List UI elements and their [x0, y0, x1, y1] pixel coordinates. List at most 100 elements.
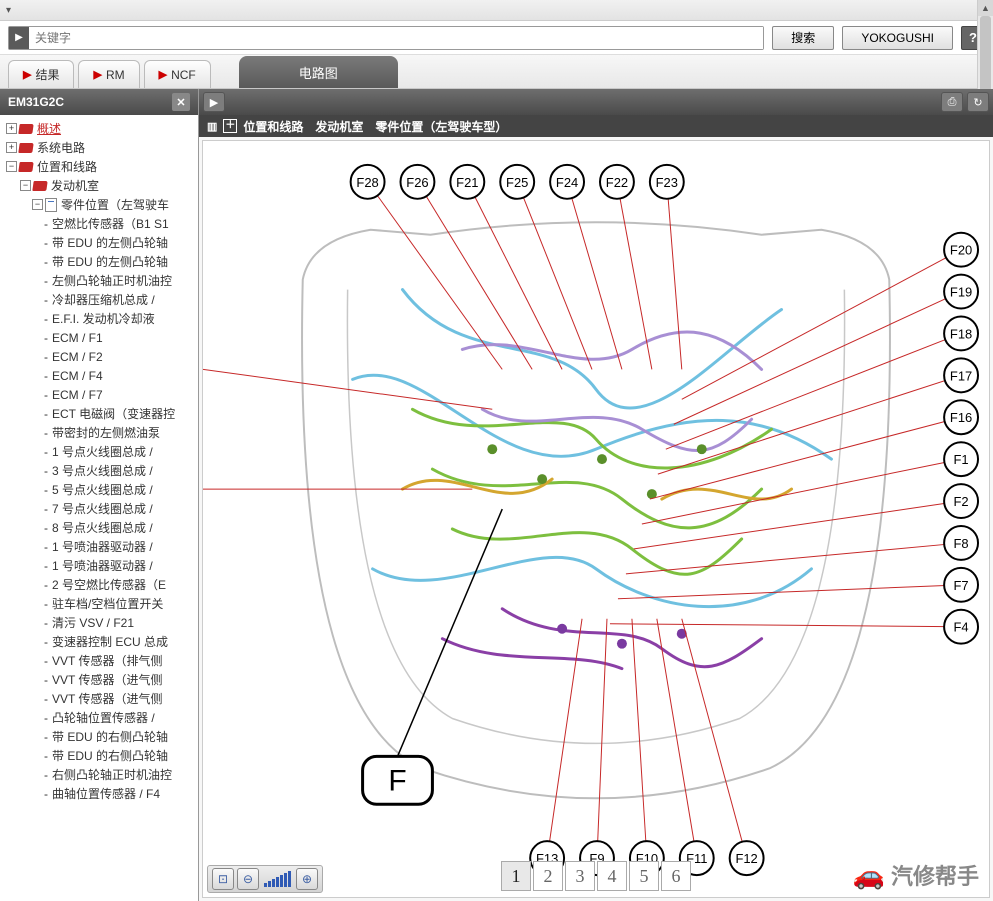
dash-icon: - — [44, 426, 48, 440]
tree-label: 零件位置（左驾驶车 — [61, 196, 169, 213]
svg-text:F: F — [388, 764, 406, 797]
list-icon[interactable]: ▥ — [207, 120, 217, 133]
tree-leaf[interactable]: -带 EDU 的右侧凸轮轴 — [0, 746, 198, 765]
tree-location-wiring[interactable]: −位置和线路 — [0, 157, 198, 176]
tree-leaf[interactable]: -7 号点火线圈总成 / — [0, 499, 198, 518]
tab-circuit-diagram[interactable]: 电路图 — [239, 56, 398, 88]
book-icon — [18, 162, 33, 172]
tree-leaf[interactable]: -3 号点火线圈总成 / — [0, 461, 198, 480]
refresh-button[interactable]: ↻ — [967, 92, 989, 112]
search-button[interactable]: 搜索 — [772, 26, 834, 50]
tree-leaf[interactable]: -带 EDU 的左侧凸轮轴 — [0, 233, 198, 252]
svg-text:F2: F2 — [954, 494, 969, 509]
tree-leaf[interactable]: -ECM / F4 — [0, 366, 198, 385]
zoom-out-button[interactable]: ⊖ — [237, 868, 259, 890]
tree-leaf[interactable]: -凸轮轴位置传感器 / — [0, 708, 198, 727]
tree-leaf[interactable]: -5 号点火线圈总成 / — [0, 480, 198, 499]
tree-leaf[interactable]: -右侧凸轮轴正时机油控 — [0, 765, 198, 784]
tree-leaf-label: 左侧凸轮轴正时机油控 — [52, 272, 172, 289]
svg-text:F7: F7 — [954, 578, 969, 593]
zoom-in-button[interactable]: ⊕ — [296, 868, 318, 890]
tab-rm[interactable]: ▶RM — [78, 60, 139, 88]
tree-leaf-label: ECM / F4 — [52, 369, 103, 383]
tree-leaf-label: VVT 传感器（进气侧 — [52, 671, 162, 688]
tree-leaf[interactable]: -8 号点火线圈总成 / — [0, 518, 198, 537]
search-field-wrap: ▶ — [8, 26, 764, 50]
dash-icon: - — [44, 502, 48, 516]
tree-leaf[interactable]: -驻车档/空档位置开关 — [0, 594, 198, 613]
tree-leaf[interactable]: -空燃比传感器（B1 S1 — [0, 214, 198, 233]
tab-ncf[interactable]: ▶NCF — [144, 60, 211, 88]
collapse-icon[interactable]: − — [20, 180, 31, 191]
page-1[interactable]: 1 — [501, 861, 531, 891]
chevron-right-icon: ▶ — [159, 68, 167, 81]
page-4[interactable]: 4 — [597, 861, 627, 891]
watermark: 🚗 汽修帮手 — [853, 859, 979, 891]
page-6[interactable]: 6 — [661, 861, 691, 891]
tree-leaf[interactable]: -ECT 电磁阀（变速器控 — [0, 404, 198, 423]
callout-F4: F4 — [610, 610, 978, 644]
tree-leaf[interactable]: -VVT 传感器（进气侧 — [0, 689, 198, 708]
tree-leaf[interactable]: -2 号空燃比传感器（E — [0, 575, 198, 594]
expand-all-icon[interactable]: ＋ — [223, 119, 237, 133]
tree-leaf[interactable]: -VVT 传感器（进气侧 — [0, 670, 198, 689]
zoom-fit-button[interactable]: ⊡ — [212, 868, 234, 890]
svg-text:F12: F12 — [735, 851, 757, 866]
zoom-level-indicator[interactable] — [262, 871, 293, 887]
tree-leaf[interactable]: -冷却器压缩机总成 / — [0, 290, 198, 309]
tree-leaf[interactable]: -1 号点火线圈总成 / — [0, 442, 198, 461]
tree-leaf-label: VVT 传感器（进气侧 — [52, 690, 162, 707]
play-button[interactable]: ▶ — [203, 92, 225, 112]
tree-leaf[interactable]: -清污 VSV / F21 — [0, 613, 198, 632]
collapse-icon[interactable]: − — [32, 199, 43, 210]
page-2[interactable]: 2 — [533, 861, 563, 891]
expand-icon[interactable]: + — [6, 123, 17, 134]
page-5[interactable]: 5 — [629, 861, 659, 891]
tree-leaf[interactable]: -曲轴位置传感器 / F4 — [0, 784, 198, 803]
scroll-up-icon[interactable]: ▲ — [978, 0, 993, 16]
close-icon[interactable]: ✕ — [172, 93, 190, 111]
tree-leaf[interactable]: -左侧凸轮轴正时机油控 — [0, 271, 198, 290]
tree-leaf[interactable]: -1 号喷油器驱动器 / — [0, 556, 198, 575]
dash-icon: - — [44, 559, 48, 573]
svg-text:F23: F23 — [656, 175, 678, 190]
tree-leaf[interactable]: -1 号喷油器驱动器 / — [0, 537, 198, 556]
tree-overview[interactable]: +概述 — [0, 119, 198, 138]
svg-text:F4: F4 — [954, 620, 969, 635]
tree-engine-room[interactable]: − 发动机室 — [0, 176, 198, 195]
callout-F8: F8 — [626, 526, 978, 574]
tree-leaf[interactable]: -带 EDU 的左侧凸轮轴 — [0, 252, 198, 271]
page-3[interactable]: 3 — [565, 861, 595, 891]
dash-icon: - — [44, 521, 48, 535]
diagram-viewport[interactable]: F28F26F21F25F24F22F23 F20F19F18F17F16F1F… — [202, 140, 990, 898]
tree-system-circuit[interactable]: +系统电路 — [0, 138, 198, 157]
tree-part-location[interactable]: − 零件位置（左驾驶车 — [0, 195, 198, 214]
tree-leaf-label: ECM / F2 — [52, 350, 103, 364]
book-icon — [18, 143, 33, 153]
tree-leaf-label: 变速器控制 ECU 总成 — [52, 633, 168, 650]
tree-leaf-label: 带 EDU 的左侧凸轮轴 — [52, 234, 168, 251]
search-dropdown-icon[interactable]: ▶ — [9, 27, 29, 49]
tree-leaf[interactable]: -ECM / F2 — [0, 347, 198, 366]
search-input[interactable] — [29, 27, 763, 49]
yokogushi-button[interactable]: YOKOGUSHI — [842, 26, 953, 50]
expand-icon[interactable]: + — [6, 142, 17, 153]
tree-leaf[interactable]: -VVT 传感器（排气侧 — [0, 651, 198, 670]
tree-leaf[interactable]: -ECM / F1 — [0, 328, 198, 347]
tree-leaf[interactable]: -变速器控制 ECU 总成 — [0, 632, 198, 651]
dash-icon: - — [44, 692, 48, 706]
tree-leaf[interactable]: -E.F.I. 发动机冷却液 — [0, 309, 198, 328]
tree-leaf-label: 8 号点火线圈总成 / — [52, 519, 153, 536]
tree-label: 发动机室 — [51, 177, 99, 194]
window-menu-icon[interactable]: ▾ — [6, 5, 11, 16]
print-button[interactable]: ⎙ — [941, 92, 963, 112]
tree-leaf[interactable]: -带密封的左侧燃油泵 — [0, 423, 198, 442]
tree-leaf[interactable]: -ECM / F7 — [0, 385, 198, 404]
tree-leaf[interactable]: -带 EDU 的右侧凸轮轴 — [0, 727, 198, 746]
tab-results[interactable]: ▶结果 — [8, 60, 74, 88]
collapse-icon[interactable]: − — [6, 161, 17, 172]
dash-icon: - — [44, 331, 48, 345]
tree-leaf-label: ECM / F1 — [52, 331, 103, 345]
tree-leaf-label: 带密封的左侧燃油泵 — [52, 424, 160, 441]
tree-leaf-label: 2 号空燃比传感器（E — [52, 576, 166, 593]
